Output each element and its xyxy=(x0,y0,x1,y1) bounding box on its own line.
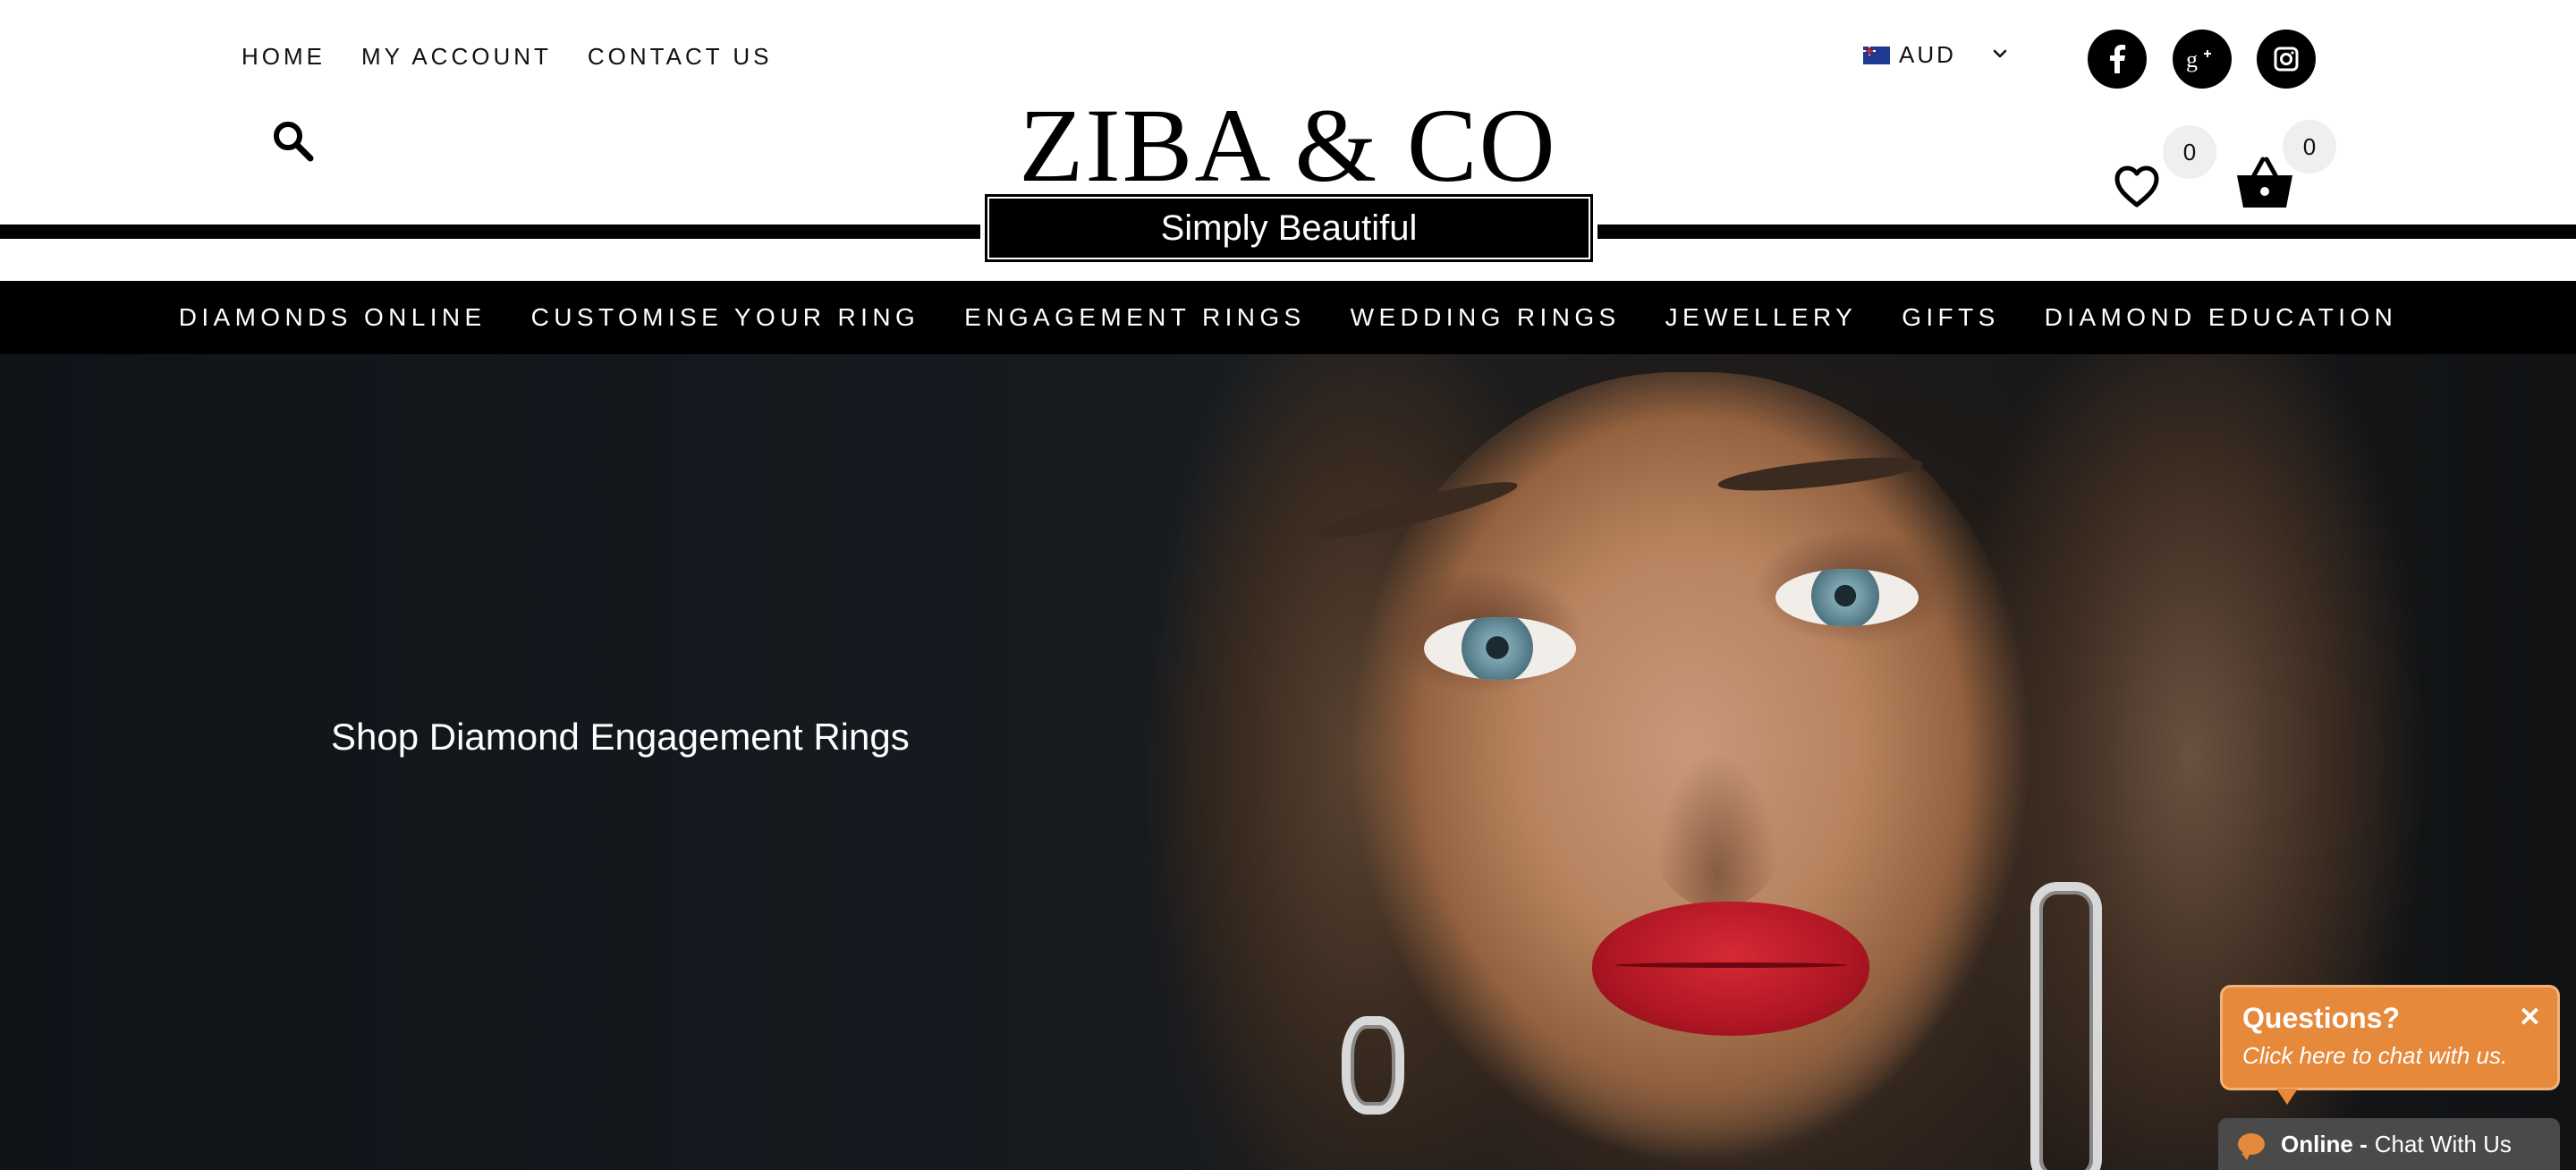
logo-divider-left xyxy=(0,225,980,239)
nav-diamond-education[interactable]: DIAMOND EDUCATION xyxy=(2045,303,2398,332)
nav-gifts[interactable]: GIFTS xyxy=(1902,303,1999,332)
logo-tagline-text: Simply Beautiful xyxy=(1160,208,1418,248)
logo-title[interactable]: ZIBA & CO xyxy=(984,93,1592,199)
australia-flag-icon xyxy=(1863,46,1890,64)
nav-jewellery[interactable]: JEWELLERY xyxy=(1665,303,1858,332)
currency-selector[interactable]: AUD xyxy=(1863,41,1956,69)
chat-title: Questions? xyxy=(2242,1002,2401,1034)
basket-icon[interactable] xyxy=(2234,154,2295,211)
heart-icon[interactable] xyxy=(2114,164,2160,210)
chevron-down-icon[interactable] xyxy=(1991,45,2009,63)
wishlist-count: 0 xyxy=(2182,138,2197,165)
chat-bubble-icon xyxy=(2238,1133,2265,1160)
instagram-button[interactable] xyxy=(2257,30,2316,89)
facebook-button[interactable] xyxy=(2088,30,2147,89)
logo-tagline[interactable]: Simply Beautiful xyxy=(987,197,1590,259)
chat-invite-bubble[interactable]: Questions? Click here to chat with us. ✕ xyxy=(2220,985,2560,1105)
google-plus-button[interactable]: g xyxy=(2173,30,2232,89)
search-icon[interactable] xyxy=(270,118,315,163)
wishlist-count-badge: 0 xyxy=(2163,125,2216,179)
hero-title[interactable]: Shop Diamond Engagement Rings xyxy=(331,716,910,759)
chat-subtitle: Click here to chat with us. xyxy=(2242,1042,2508,1069)
hero-image-eye-right xyxy=(1775,569,1919,626)
instagram-icon xyxy=(2274,47,2299,72)
main-nav: DIAMONDS ONLINE CUSTOMISE YOUR RING ENGA… xyxy=(0,281,2576,354)
hero-image-lip-line xyxy=(1614,962,1847,968)
currency-code: AUD xyxy=(1899,41,1956,68)
logo-divider-right xyxy=(1597,225,2576,239)
facebook-icon xyxy=(2110,45,2126,73)
cart-count: 0 xyxy=(2302,132,2317,160)
nav-engagement-rings[interactable]: ENGAGEMENT RINGS xyxy=(964,303,1305,332)
chat-bar-label: Chat With Us xyxy=(2374,1130,2512,1157)
nav-customise-your-ring[interactable]: CUSTOMISE YOUR RING xyxy=(531,303,920,332)
home-link[interactable]: HOME xyxy=(242,43,326,71)
hero-image-lips xyxy=(1592,902,1869,1036)
hero-banner[interactable]: Shop Diamond Engagement Rings xyxy=(0,354,2576,1170)
google-plus-icon: g xyxy=(2186,47,2211,72)
hero-image-eye-left xyxy=(1424,617,1576,680)
top-utility-nav: HOME MY ACCOUNT CONTACT US xyxy=(242,43,772,71)
close-icon[interactable]: ✕ xyxy=(2519,1002,2541,1033)
my-account-link[interactable]: MY ACCOUNT xyxy=(361,43,552,71)
chat-bar[interactable]: Online - Chat With Us xyxy=(2218,1118,2560,1170)
nav-diamonds-online[interactable]: DIAMONDS ONLINE xyxy=(179,303,487,332)
hero-image-nose xyxy=(1646,730,1789,909)
contact-us-link[interactable]: CONTACT US xyxy=(588,43,773,71)
svg-text:g: g xyxy=(2186,47,2198,72)
cart-count-badge: 0 xyxy=(2283,120,2336,174)
hero-image-earring-right xyxy=(2030,882,2102,1170)
chat-status: Online - xyxy=(2281,1130,2368,1157)
nav-wedding-rings[interactable]: WEDDING RINGS xyxy=(1351,303,1621,332)
hero-image-earring-left xyxy=(1342,1016,1404,1115)
